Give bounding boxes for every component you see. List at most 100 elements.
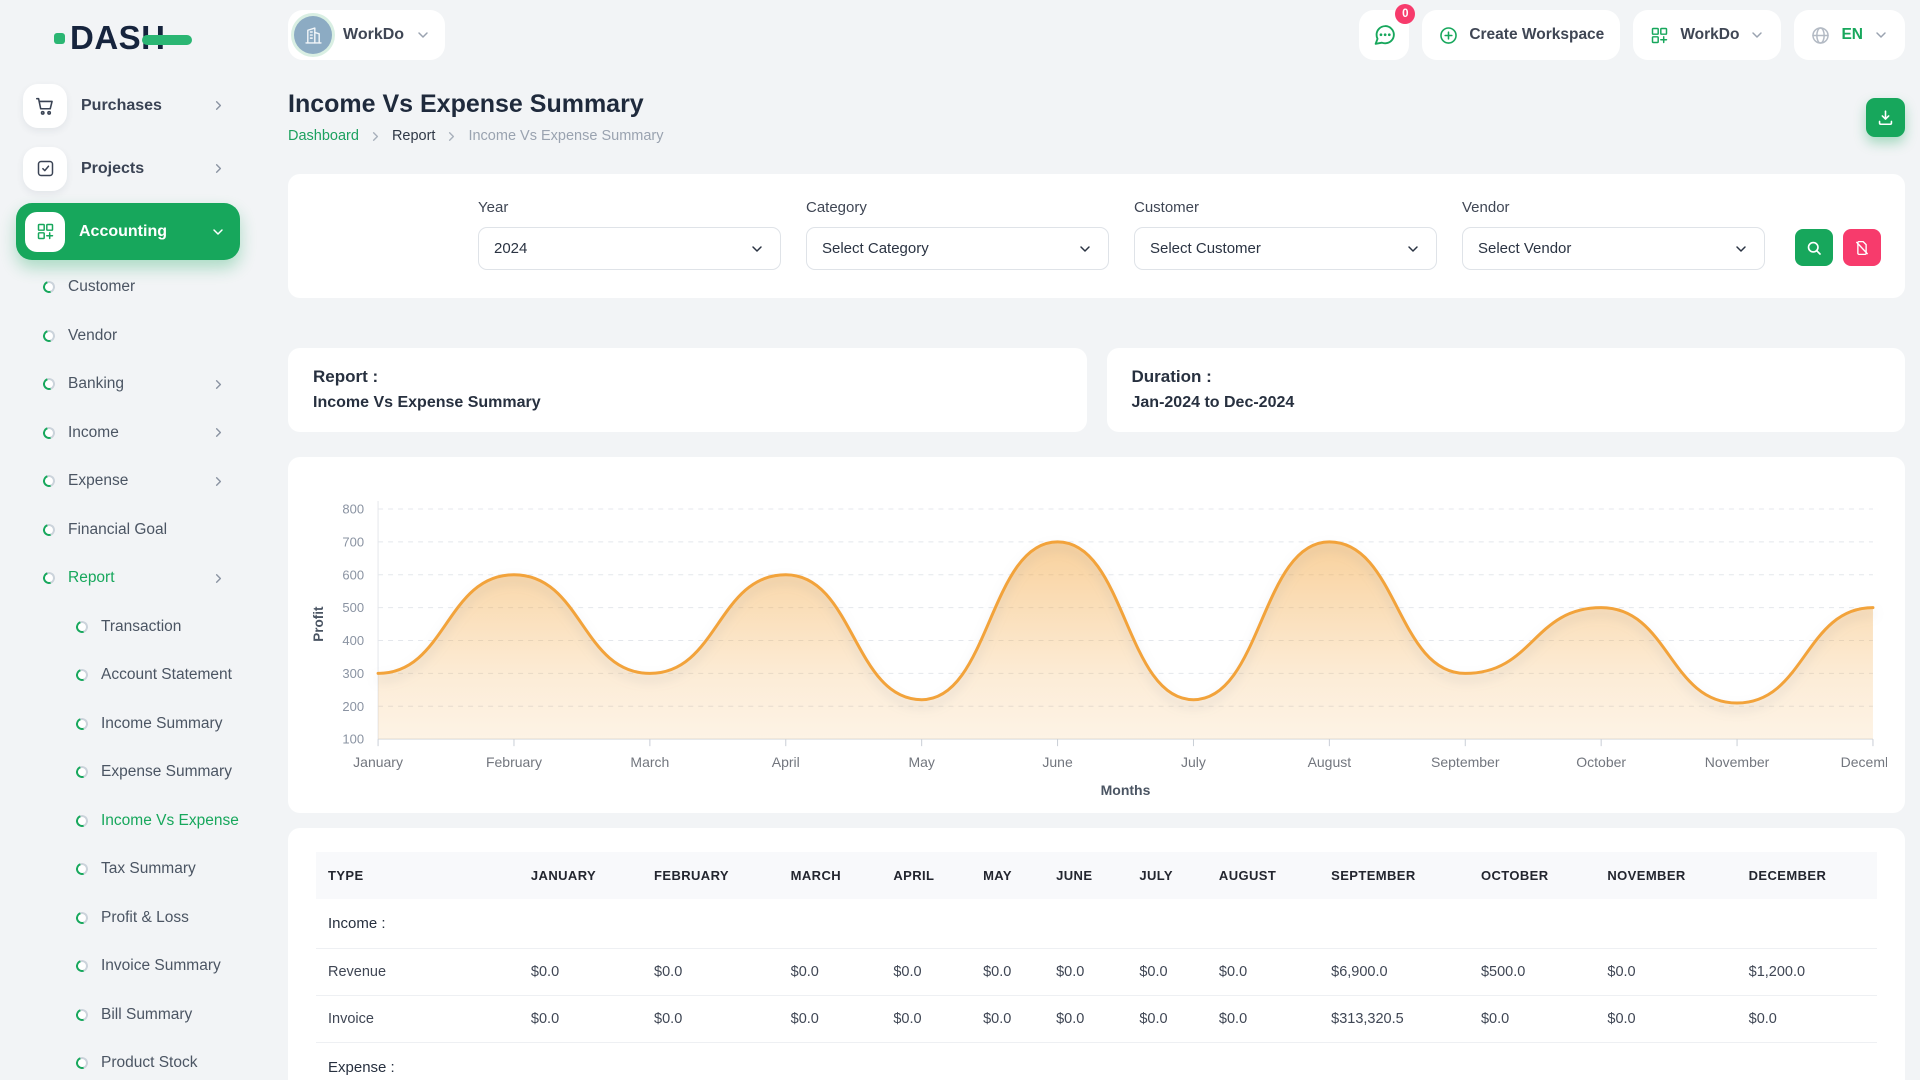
top-header: WorkDo 0 Create Workspace WorkDo — [288, 10, 1905, 60]
cell-value: $0.0 — [1207, 949, 1319, 996]
filter-label: Customer — [1134, 199, 1437, 216]
sidebar-item-label: Tax Summary — [101, 860, 196, 878]
messages-badge: 0 — [1395, 4, 1415, 24]
bullet-icon — [41, 328, 57, 344]
title-row: Income Vs Expense Summary Dashboard Repor… — [288, 90, 1905, 144]
chevron-right-icon — [444, 129, 459, 144]
svg-text:February: February — [486, 754, 542, 770]
sidebar-item-banking[interactable]: Banking — [16, 360, 258, 409]
sidebar-item-bill-summary[interactable]: Bill Summary — [16, 991, 258, 1040]
cell-value: $0.0 — [1595, 996, 1736, 1043]
bullet-icon — [74, 1007, 90, 1023]
column-header-march: MARCH — [779, 852, 882, 899]
sidebar-item-label: Projects — [81, 160, 144, 178]
cell-value: $6,900.0 — [1319, 949, 1469, 996]
svg-text:November: November — [1705, 754, 1770, 770]
filter-field-vendor: Vendor Select Vendor — [1462, 199, 1765, 270]
workdo-menu[interactable]: WorkDo — [1633, 10, 1781, 60]
year-select[interactable]: 2024 — [478, 227, 781, 270]
sidebar-item-label: Accounting — [79, 223, 167, 241]
cell-value: $0.0 — [1737, 996, 1877, 1043]
create-workspace-button[interactable]: Create Workspace — [1422, 10, 1620, 60]
filter-label: Vendor — [1462, 199, 1765, 216]
chevron-down-icon — [749, 241, 765, 257]
sidebar-item-income[interactable]: Income — [16, 409, 258, 458]
profit-chart: 800700600500400300200100JanuaryFebruaryM… — [306, 485, 1887, 801]
sidebar-item-transaction[interactable]: Transaction — [16, 603, 258, 652]
workspace-selector[interactable]: WorkDo — [288, 10, 445, 60]
svg-text:August: August — [1308, 754, 1352, 770]
breadcrumb-dashboard[interactable]: Dashboard — [288, 128, 359, 144]
cell-value: $0.0 — [642, 949, 779, 996]
sidebar-item-income-summary[interactable]: Income Summary — [16, 700, 258, 749]
chart-card: 800700600500400300200100JanuaryFebruaryM… — [288, 457, 1905, 813]
sidebar-item-profit-loss[interactable]: Profit & Loss — [16, 894, 258, 943]
cell-value: $0.0 — [779, 949, 882, 996]
sidebar-item-financial-goal[interactable]: Financial Goal — [16, 506, 258, 555]
column-header-october: OCTOBER — [1469, 852, 1595, 899]
column-header-may: MAY — [971, 852, 1044, 899]
logo-bar-icon — [142, 35, 192, 45]
column-header-september: SEPTEMBER — [1319, 852, 1469, 899]
summary-row: Report : Income Vs Expense Summary Durat… — [288, 348, 1905, 432]
select-value: 2024 — [494, 240, 527, 257]
chevron-right-icon — [211, 377, 226, 392]
search-button[interactable] — [1795, 229, 1833, 266]
sidebar-item-vendor[interactable]: Vendor — [16, 312, 258, 361]
chevron-down-icon — [1873, 27, 1889, 43]
bullet-icon — [41, 522, 57, 538]
globe-icon — [1810, 25, 1831, 46]
main-content: WorkDo 0 Create Workspace WorkDo — [258, 0, 1920, 1080]
sidebar-item-projects[interactable]: Projects — [16, 140, 240, 197]
breadcrumb-income-vs-expense-summary: Income Vs Expense Summary — [468, 128, 663, 144]
language-selector[interactable]: EN — [1794, 10, 1905, 60]
sidebar-item-account-statement[interactable]: Account Statement — [16, 651, 258, 700]
sidebar-item-label: Profit & Loss — [101, 909, 189, 927]
vendor-select[interactable]: Select Vendor — [1462, 227, 1765, 270]
sidebar-item-report[interactable]: Report — [16, 554, 258, 603]
bullet-icon — [74, 667, 90, 683]
svg-text:June: June — [1042, 754, 1073, 770]
svg-text:800: 800 — [342, 502, 364, 517]
sidebar-item-purchases[interactable]: Purchases — [16, 77, 240, 134]
page-title: Income Vs Expense Summary — [288, 90, 664, 119]
check-square-icon — [23, 147, 67, 191]
sidebar-item-expense-summary[interactable]: Expense Summary — [16, 748, 258, 797]
sidebar-item-label: Income — [68, 424, 119, 442]
select-value: Select Vendor — [1478, 240, 1571, 257]
sidebar-item-customer[interactable]: Customer — [16, 263, 258, 312]
bullet-icon — [74, 619, 90, 635]
cell-value: $0.0 — [1469, 996, 1595, 1043]
reset-icon — [1853, 239, 1871, 257]
cart-icon — [23, 84, 67, 128]
breadcrumb-report[interactable]: Report — [392, 128, 436, 144]
table-section-row: Income : — [316, 899, 1877, 949]
category-select[interactable]: Select Category — [806, 227, 1109, 270]
sidebar-item-label: Banking — [68, 375, 124, 393]
sidebar-item-invoice-summary[interactable]: Invoice Summary — [16, 942, 258, 991]
sidebar-item-tax-summary[interactable]: Tax Summary — [16, 845, 258, 894]
reset-button[interactable] — [1843, 229, 1881, 266]
sidebar-item-accounting[interactable]: Accounting — [16, 203, 240, 260]
sidebar-item-label: Expense Summary — [101, 763, 232, 781]
bullet-icon — [41, 473, 57, 489]
sidebar-item-product-stock[interactable]: Product Stock — [16, 1039, 258, 1080]
cell-value: $0.0 — [971, 949, 1044, 996]
download-button[interactable] — [1866, 98, 1905, 137]
chevron-right-icon — [211, 425, 226, 440]
chat-icon — [1372, 23, 1397, 48]
dash-logo[interactable]: DASH — [54, 16, 166, 60]
create-workspace-label: Create Workspace — [1469, 26, 1604, 44]
sidebar-item-label: Transaction — [101, 618, 181, 636]
cell-value: $1,200.0 — [1737, 949, 1877, 996]
chevron-down-icon — [1733, 241, 1749, 257]
bullet-icon — [74, 716, 90, 732]
sidebar-item-expense[interactable]: Expense — [16, 457, 258, 506]
chevron-right-icon — [211, 161, 226, 176]
sidebar-item-income-vs-expense[interactable]: Income Vs Expense — [16, 797, 258, 846]
cell-value: $0.0 — [642, 996, 779, 1043]
messages-button[interactable]: 0 — [1359, 10, 1409, 60]
customer-select[interactable]: Select Customer — [1134, 227, 1437, 270]
summary-title: Report : — [313, 367, 1062, 387]
svg-text:200: 200 — [342, 699, 364, 714]
